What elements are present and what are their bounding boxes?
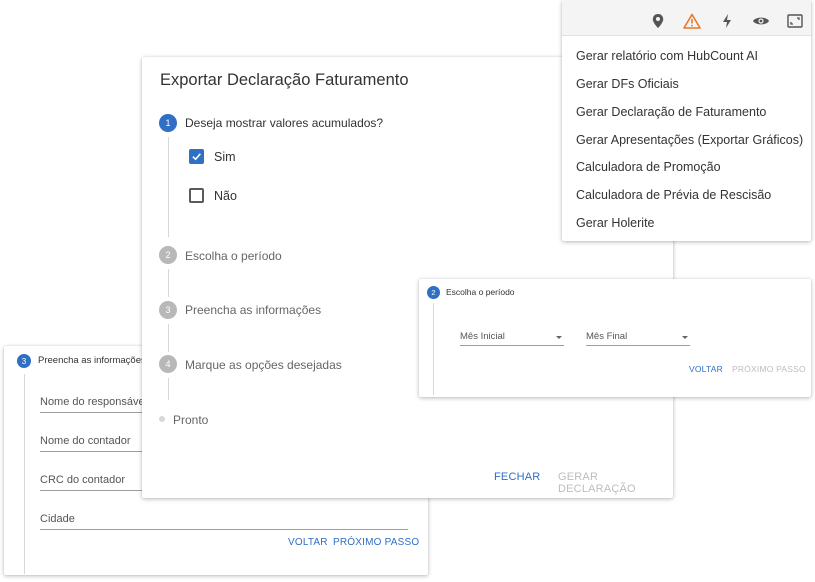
step-2-label[interactable]: Escolha o período — [185, 249, 282, 263]
next-step-button[interactable]: PRÓXIMO PASSO — [333, 537, 419, 548]
eye-icon[interactable] — [750, 10, 772, 32]
nao-checkbox[interactable] — [189, 188, 204, 203]
menu-item-promotion-calculator[interactable]: Calculadora de Promoção — [576, 160, 721, 174]
chevron-down-icon — [556, 336, 562, 339]
card-step-title: Escolha o período — [446, 287, 515, 297]
step-connector — [433, 303, 434, 395]
menu-item-presentations[interactable]: Gerar Apresentações (Exportar Gráficos) — [576, 133, 803, 147]
fullscreen-icon[interactable] — [784, 10, 806, 32]
step-2-badge: 2 — [159, 246, 177, 264]
dialog-title: Exportar Declaração Faturamento — [160, 71, 409, 89]
start-month-select[interactable]: Mês Inicial — [460, 331, 564, 346]
done-step-label: Pronto — [173, 413, 209, 427]
step-1-label[interactable]: Deseja mostrar valores acumulados? — [185, 116, 383, 130]
menu-item-official-dfs[interactable]: Gerar DFs Oficiais — [576, 77, 679, 91]
next-step-button[interactable]: PRÓXIMO PASSO — [732, 364, 806, 374]
back-button[interactable]: VOLTAR — [288, 537, 328, 548]
step-4-badge: 4 — [159, 355, 177, 373]
step-connector — [24, 374, 25, 574]
warning-icon[interactable] — [681, 10, 703, 32]
actions-menu: Gerar relatório com HubCount AI Gerar DF… — [562, 0, 811, 241]
chevron-down-icon — [682, 336, 688, 339]
sim-option-label[interactable]: Sim — [214, 150, 236, 164]
close-button[interactable]: FECHAR — [494, 471, 540, 483]
generate-declaration-button[interactable]: GERAR DECLARAÇÃO — [558, 471, 673, 495]
step-number-badge: 2 — [427, 286, 440, 299]
step-connector — [168, 137, 169, 237]
menu-item-billing-declaration[interactable]: Gerar Declaração de Faturamento — [576, 105, 766, 119]
start-month-placeholder: Mês Inicial — [460, 331, 505, 342]
step-3-label[interactable]: Preencha as informações — [185, 303, 321, 317]
step-number-badge: 3 — [17, 354, 31, 368]
step-3-badge: 3 — [159, 301, 177, 319]
map-pin-icon[interactable] — [647, 10, 669, 32]
menu-item-hubcount-ai-report[interactable]: Gerar relatório com HubCount AI — [576, 49, 758, 63]
step-4-label[interactable]: Marque as opções desejadas — [185, 358, 342, 372]
back-button[interactable]: VOLTAR — [689, 364, 723, 374]
choose-period-card: 2 Escolha o período Mês Inicial Mês Fina… — [419, 279, 811, 397]
step-1-badge: 1 — [159, 114, 177, 132]
card-step-title: Preencha as informações — [38, 355, 146, 366]
city-field[interactable]: Cidade — [40, 513, 408, 530]
check-icon — [192, 153, 201, 161]
step-connector — [168, 269, 169, 297]
step-connector — [168, 324, 169, 352]
sim-checkbox[interactable] — [189, 149, 204, 164]
lightning-icon[interactable] — [716, 10, 738, 32]
end-month-placeholder: Mês Final — [586, 331, 628, 342]
step-connector — [168, 378, 169, 400]
end-month-select[interactable]: Mês Final — [586, 331, 690, 346]
menu-item-termination-calculator[interactable]: Calculadora de Prévia de Rescisão — [576, 188, 771, 202]
menu-item-payslip[interactable]: Gerar Holerite — [576, 216, 655, 230]
done-step-dot — [159, 416, 165, 422]
nao-option-label[interactable]: Não — [214, 189, 237, 203]
